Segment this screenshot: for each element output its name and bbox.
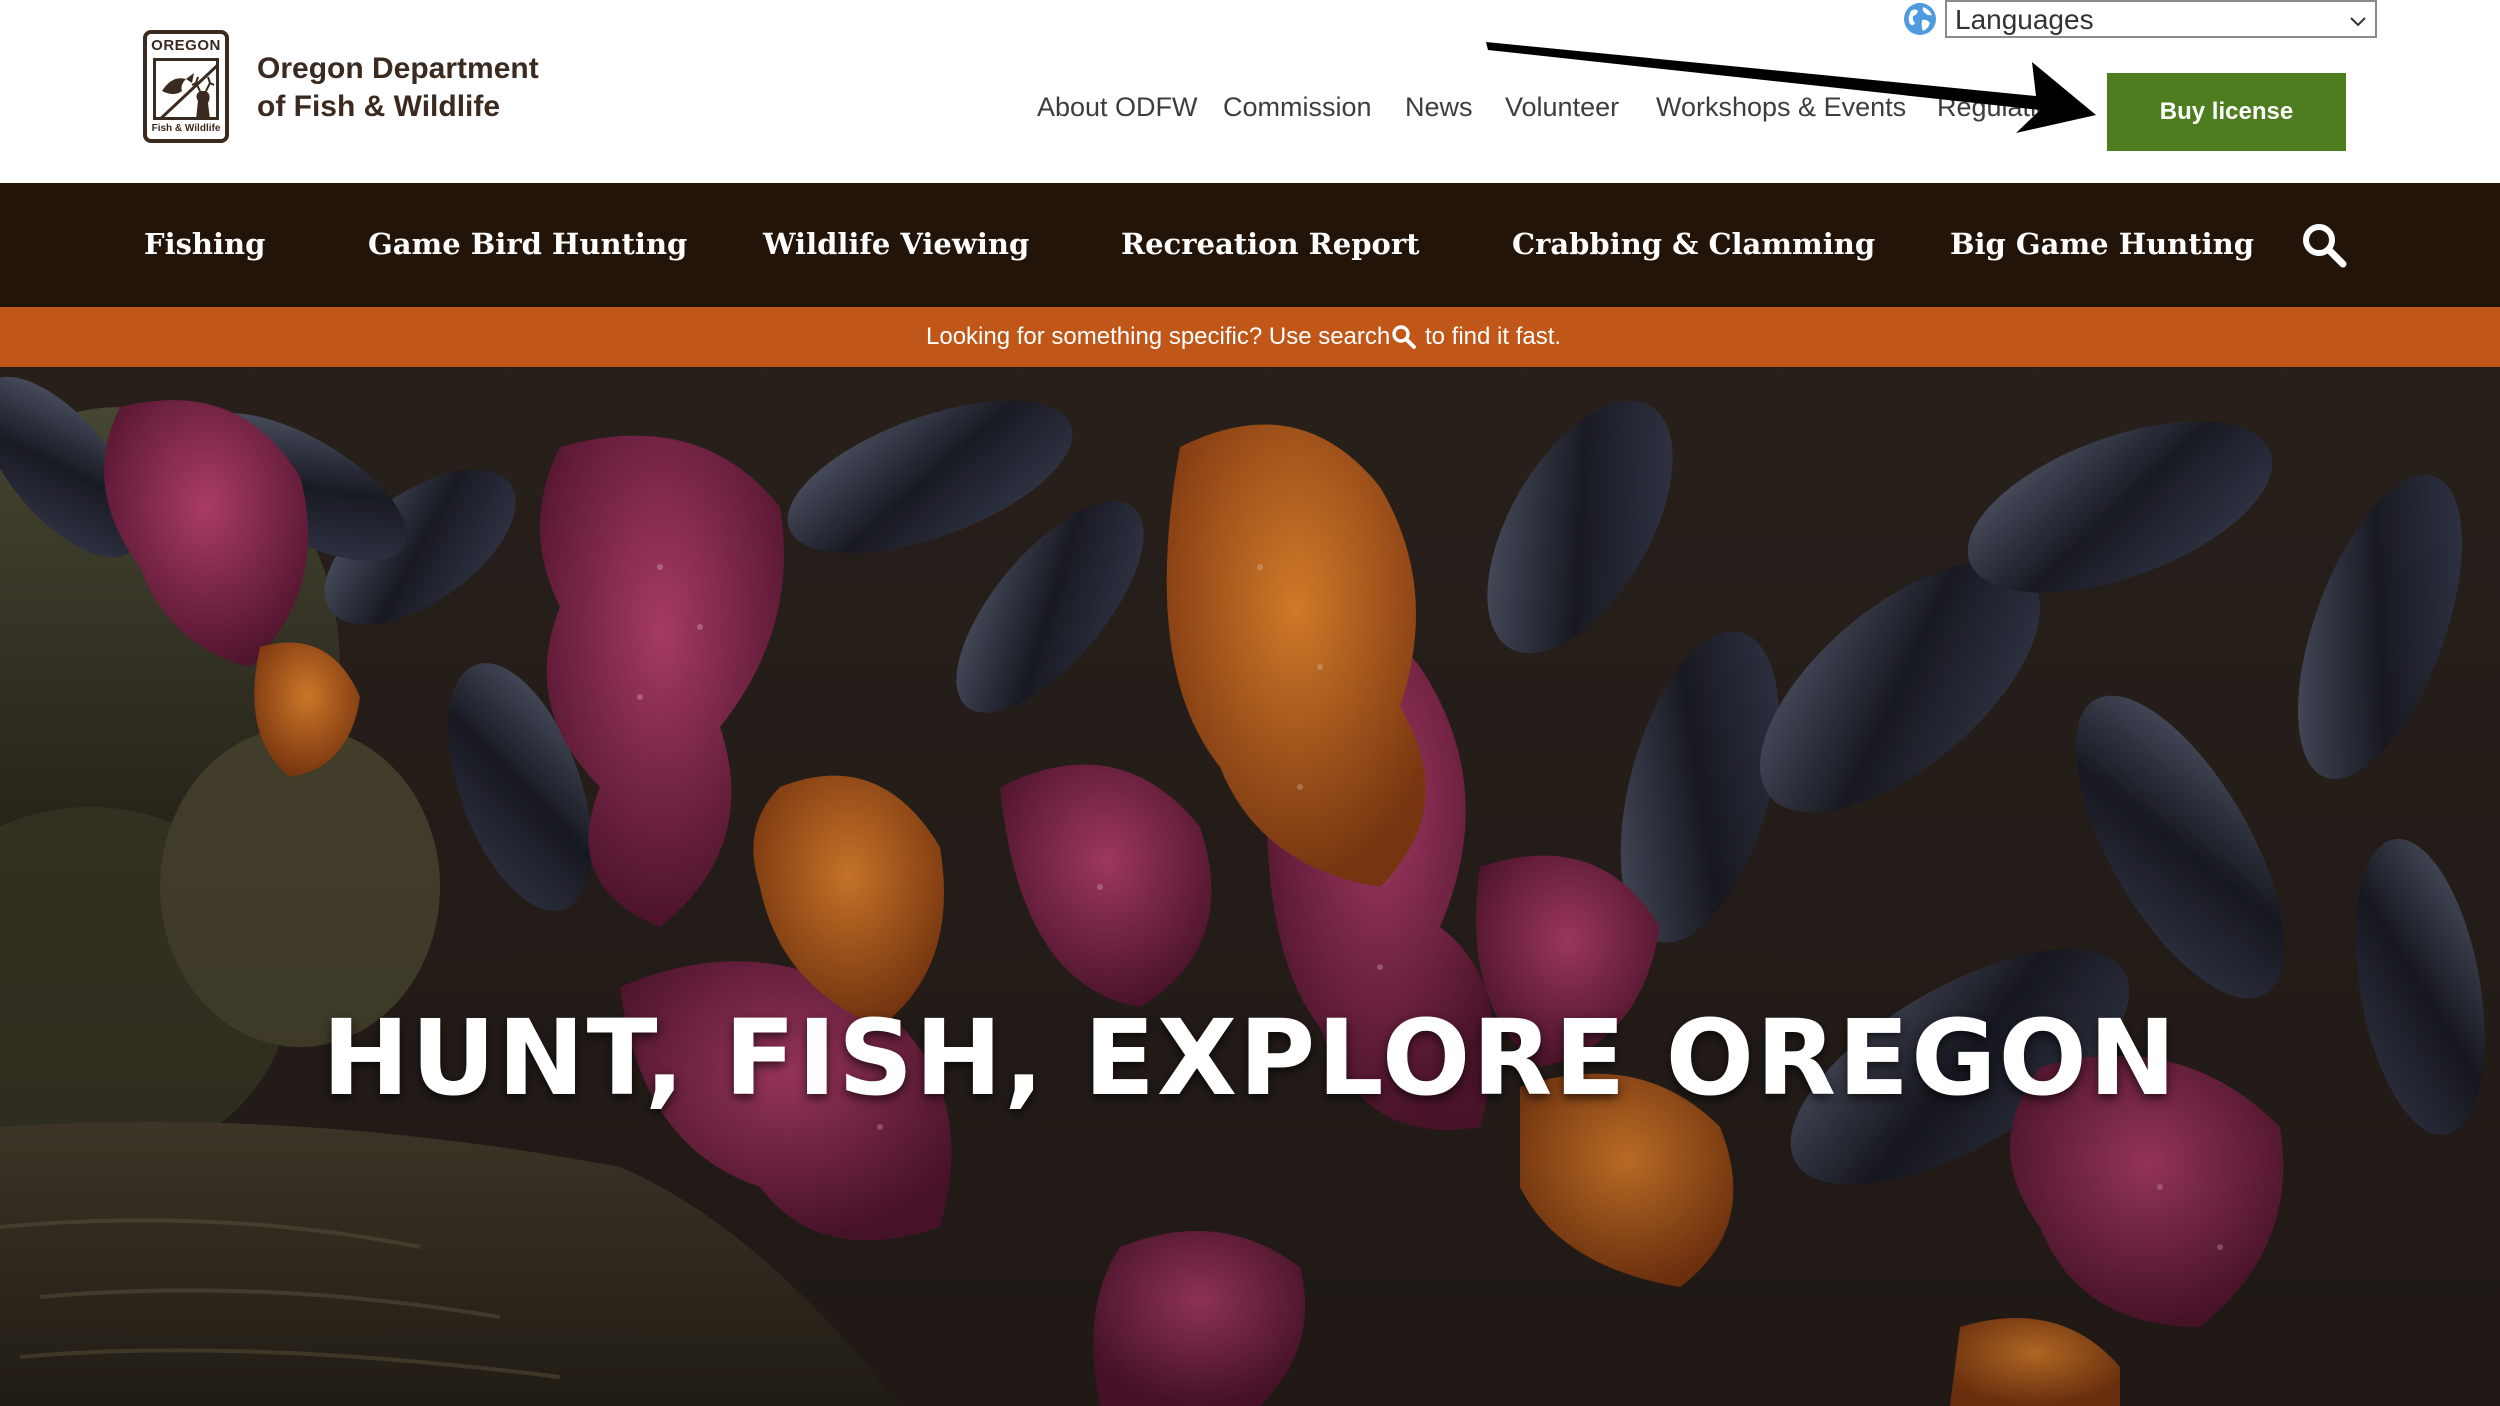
site-title-line2: of Fish & Wildlife: [257, 90, 501, 123]
search-hint-text-before: Looking for something specific? Use sear…: [926, 323, 1391, 350]
logo-emblem-icon: [153, 58, 219, 120]
util-nav-workshops-events[interactable]: Workshops & Events: [1656, 92, 1906, 123]
hero-title: HUNT, FISH, EXPLORE OREGON: [322, 997, 2178, 1119]
chevron-down-icon: [2350, 17, 2366, 27]
language-dropdown-value: Languages: [1955, 4, 2094, 35]
util-nav-commission[interactable]: Commission: [1223, 92, 1372, 123]
site-header: OREGON Fish & Wildlife Oregon Department…: [0, 0, 2500, 183]
language-dropdown[interactable]: Languages: [1945, 0, 2377, 38]
main-nav-recreation-report[interactable]: Recreation Report: [1121, 227, 1420, 261]
search-icon[interactable]: [2300, 221, 2348, 269]
search-hint-banner: Looking for something specific? Use sear…: [0, 307, 2500, 367]
search-icon: [1392, 325, 1416, 349]
language-selector: Languages: [1903, 0, 2378, 38]
hero-banner: HUNT, FISH, EXPLORE OREGON: [0, 367, 2500, 1406]
logo-bottom-text: Fish & Wildlife: [151, 123, 221, 134]
util-nav-regulations[interactable]: Regulations: [1937, 92, 2080, 123]
main-nav-fishing[interactable]: Fishing: [144, 227, 265, 261]
main-nav-wildlife-viewing[interactable]: Wildlife Viewing: [763, 227, 1029, 261]
util-nav-about[interactable]: About ODFW: [1037, 92, 1198, 123]
util-nav-news[interactable]: News: [1405, 92, 1473, 123]
main-nav-game-bird-hunting[interactable]: Game Bird Hunting: [368, 227, 687, 261]
main-nav-crabbing-clamming[interactable]: Crabbing & Clamming: [1512, 227, 1875, 261]
globe-icon: [1904, 3, 1936, 35]
util-nav-volunteer[interactable]: Volunteer: [1505, 92, 1619, 123]
buy-license-button[interactable]: Buy license: [2107, 73, 2346, 151]
main-nav: Fishing Game Bird Hunting Wildlife Viewi…: [0, 183, 2500, 307]
hero-tidepool-image: [0, 367, 2500, 1406]
site-title[interactable]: Oregon Department of Fish & Wildlife: [257, 50, 597, 126]
search-hint-text-after: to find it fast.: [1425, 323, 1562, 350]
site-title-line1: Oregon Department: [257, 52, 539, 85]
main-nav-big-game-hunting[interactable]: Big Game Hunting: [1950, 227, 2254, 261]
odfw-logo[interactable]: OREGON Fish & Wildlife: [143, 30, 229, 143]
logo-top-text: OREGON: [151, 37, 221, 54]
